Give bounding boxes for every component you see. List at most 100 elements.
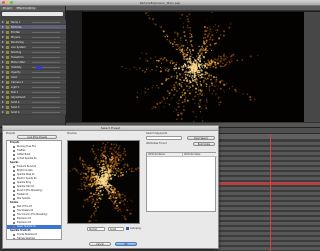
particle-dot (188, 69, 190, 71)
disclosure-triangle-icon[interactable] (2, 76, 4, 78)
particle-dot (103, 171, 105, 173)
particle-dot (103, 156, 105, 158)
layer-row[interactable]: Solid 4 (0, 110, 66, 115)
timeline-track-bar[interactable] (214, 247, 320, 250)
timeline-track-bar[interactable] (214, 142, 320, 145)
timeline-track-bar[interactable] (214, 177, 320, 180)
timeline-track-bar[interactable] (214, 222, 320, 225)
disclosure-triangle-icon[interactable] (2, 46, 4, 48)
clear-search-button[interactable]: Clear Search (187, 136, 215, 140)
playhead[interactable] (270, 134, 271, 251)
particle-dot (113, 164, 115, 166)
preset-item[interactable]: Flames Sparkles (7, 237, 61, 239)
disclosure-triangle-icon[interactable] (2, 101, 4, 103)
cancel-button[interactable]: Cancel (89, 242, 111, 246)
disclosure-triangle-icon[interactable] (2, 91, 4, 93)
particle-dot (153, 59, 155, 62)
timeline-track-bar[interactable] (214, 172, 320, 175)
particle-dot (95, 201, 97, 203)
autoplay-checkbox[interactable] (126, 227, 129, 230)
timeline-track-bar[interactable] (214, 217, 320, 220)
timeline-track-bar[interactable] (214, 207, 320, 210)
particle-dot (181, 14, 183, 16)
time-ruler[interactable] (214, 134, 320, 139)
timeline-track-bar[interactable] (214, 202, 320, 205)
timeline-track-bar[interactable] (214, 237, 320, 240)
timeline-track-bar[interactable] (214, 242, 320, 245)
disclosure-triangle-icon[interactable] (2, 41, 4, 43)
particle-dot (171, 88, 173, 91)
selected-keyframe-marker[interactable] (36, 66, 42, 69)
particle-dot (93, 193, 95, 195)
attributes-table[interactable]: Attribute Name Attribute Value (146, 152, 217, 212)
particle-dot (124, 195, 126, 197)
attribute-value-header[interactable]: Attribute Value (182, 153, 217, 157)
particle-dot (205, 30, 208, 32)
project-search-input[interactable] (2, 12, 63, 16)
tab-project[interactable]: Project (1, 7, 14, 10)
particle-dot (150, 57, 152, 60)
disclosure-triangle-icon[interactable] (2, 26, 4, 28)
particle-dot (176, 62, 178, 64)
particle-dot (186, 75, 188, 77)
particle-dot (147, 88, 149, 90)
timeline-track-bar[interactable] (214, 192, 320, 195)
timeline-track-bar[interactable] (214, 182, 320, 185)
disclosure-triangle-icon[interactable] (2, 21, 4, 23)
preset-list[interactable]: Presets Burning Fuse Fire Fireflies Glitter… (6, 140, 62, 240)
particle-dot (224, 85, 226, 86)
disclosure-triangle-icon[interactable] (2, 51, 4, 53)
timeline-track-bar[interactable] (214, 232, 320, 235)
disclosure-triangle-icon[interactable] (2, 31, 4, 33)
disclosure-triangle-icon[interactable] (2, 81, 4, 83)
particle-dot (211, 49, 213, 52)
load-more-presets-button[interactable]: Load More Presets (17, 135, 57, 139)
particle-dot (110, 158, 113, 161)
particle-dot (77, 172, 79, 174)
property-bar (32, 47, 60, 48)
timeline-track-bar[interactable] (214, 197, 320, 200)
disclosure-triangle-icon[interactable] (2, 111, 4, 113)
particle-dot (151, 86, 154, 89)
timeline-track-bar[interactable] (214, 152, 320, 155)
timeline-track-bar[interactable] (214, 227, 320, 230)
keyword-search-field[interactable] (146, 136, 182, 140)
timeline-track-bar[interactable] (214, 212, 320, 215)
particle-dot (203, 64, 205, 66)
attribute-name-header[interactable]: Attribute Name (147, 153, 182, 157)
layer-name: Null 1 (11, 91, 19, 94)
particle-render-canvas[interactable] (82, 12, 304, 124)
timeline-track-bar[interactable] (214, 157, 320, 160)
particle-dot (173, 67, 175, 70)
speed-dropdown[interactable]: Normal (87, 227, 105, 231)
particle-dot (100, 159, 103, 162)
disclosure-triangle-icon[interactable] (2, 36, 4, 38)
particle-dot (102, 160, 105, 163)
particle-dot (194, 73, 196, 76)
disclosure-triangle-icon[interactable] (2, 61, 4, 63)
timeline-track-bar[interactable] (214, 162, 320, 165)
ok-button[interactable]: OK (115, 242, 137, 246)
particle-dot (91, 201, 93, 204)
particle-dot (194, 103, 196, 105)
particle-dot (206, 101, 208, 103)
timeline-track-bar[interactable] (214, 147, 320, 150)
disclosure-triangle-icon[interactable] (2, 71, 4, 73)
build-index-button[interactable]: Build Index (193, 142, 215, 146)
disclosure-triangle-icon[interactable] (2, 56, 4, 58)
size-dropdown[interactable]: Small (108, 227, 124, 231)
disclosure-triangle-icon[interactable] (2, 86, 4, 88)
disclosure-triangle-icon[interactable] (2, 106, 4, 108)
tab-effect-controls[interactable]: Effect Controls (14, 7, 37, 10)
timeline-track-bar[interactable] (214, 167, 320, 170)
particle-dot (85, 174, 87, 176)
property-bar (32, 22, 60, 23)
particle-dot (176, 43, 178, 46)
particle-dot (205, 64, 207, 66)
particle-dot (179, 88, 181, 90)
disclosure-triangle-icon[interactable] (2, 96, 4, 98)
particle-dot (189, 59, 191, 61)
timeline-track-bar[interactable] (214, 187, 320, 190)
disclosure-triangle-icon[interactable] (2, 66, 4, 68)
particle-dot (187, 80, 189, 82)
